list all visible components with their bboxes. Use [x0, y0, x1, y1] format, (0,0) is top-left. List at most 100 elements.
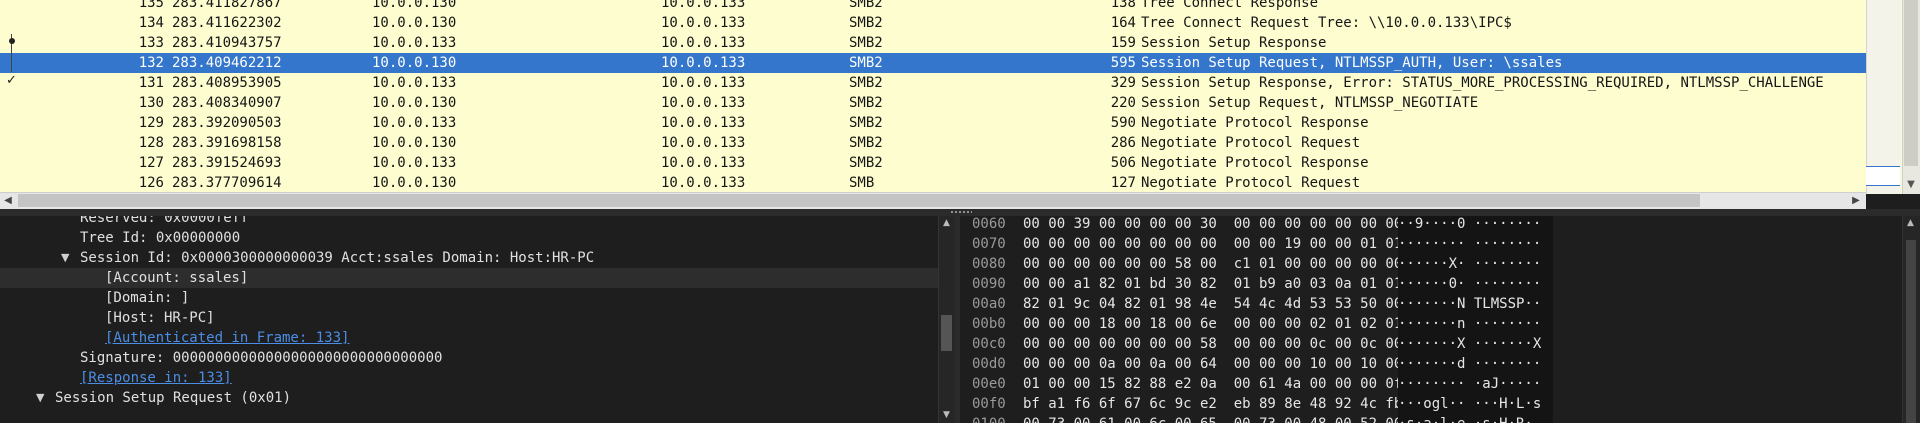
- packet-source: 10.0.0.130: [372, 175, 457, 191]
- ascii-bytes[interactable]: ········ ········: [1398, 234, 1553, 254]
- hex-bytes[interactable]: 00 00 a1 82 01 bd 30 82 01 b9 a0 03 0a 0…: [1023, 274, 1428, 294]
- hex-bytes[interactable]: 00 73 00 61 00 6c 00 65 00 73 00 48 00 5…: [1023, 414, 1428, 423]
- packet-source: 10.0.0.130: [372, 95, 457, 111]
- hex-dump-row[interactable]: 00e0 01 00 00 15 82 88 e2 0a 00 61 4a 00 …: [960, 374, 1902, 394]
- hex-dump-row[interactable]: 0090 00 00 a1 82 01 bd 30 82 01 b9 a0 03 …: [960, 274, 1902, 294]
- packet-list-vertical-scroll-thumb[interactable]: [1904, 0, 1918, 166]
- detail-tree-item[interactable]: Tree Id: 0x00000000: [0, 228, 938, 248]
- hex-offset: 0070: [972, 236, 1006, 252]
- packet-info: Session Setup Request, NTLMSSP_NEGOTIATE: [1141, 95, 1479, 111]
- hex-dump-row[interactable]: 00f0 bf a1 f6 6f 67 6c 9c e2 eb 89 8e 48 …: [960, 394, 1902, 414]
- hex-dump-row[interactable]: 00b0 00 00 00 18 00 18 00 6e 00 00 00 02 …: [960, 314, 1902, 334]
- detail-link[interactable]: [Response in: 133]: [80, 368, 232, 388]
- hex-bytes[interactable]: 00 00 00 00 00 00 58 00 c1 01 00 00 00 0…: [1023, 254, 1428, 274]
- hex-dump-row[interactable]: 0070 00 00 00 00 00 00 00 00 00 00 19 00 …: [960, 234, 1902, 254]
- packet-info: Tree Connect Response: [1141, 0, 1319, 11]
- detail-tree-item[interactable]: [Host: HR-PC]: [0, 308, 938, 328]
- hex-dump-row[interactable]: 00c0 00 00 00 00 00 00 00 58 00 00 00 0c …: [960, 334, 1902, 354]
- packet-destination: 10.0.0.133: [661, 75, 746, 91]
- detail-link[interactable]: [Authenticated in Frame: 133]: [105, 328, 349, 348]
- packet-list-pane[interactable]: 135 283.411827867 10.0.0.130 10.0.0.133 SMB2…: [0, 0, 1920, 194]
- detail-tree-item[interactable]: ▼ Session Setup Request (0x01): [0, 388, 938, 408]
- bytes-scroll-up-arrow-icon[interactable]: ▲: [1902, 216, 1919, 230]
- expand-arrow-icon[interactable]: ▼: [36, 388, 48, 408]
- detail-tree-item[interactable]: [Authenticated in Frame: 133]: [0, 328, 938, 348]
- packet-time: 283.408953905: [172, 75, 282, 91]
- packet-row[interactable]: 128 283.391698158 10.0.0.130 10.0.0.133 SMB2…: [0, 133, 1866, 153]
- packet-length: 329: [1110, 75, 1136, 91]
- packet-row[interactable]: 126 283.377709614 10.0.0.130 10.0.0.133 SMB 1…: [0, 173, 1866, 193]
- scroll-down-arrow-icon[interactable]: ▼: [1902, 178, 1920, 192]
- ascii-bytes[interactable]: ·······N TLMSSP··: [1398, 294, 1553, 314]
- hex-bytes[interactable]: 00 00 00 0a 00 0a 00 64 00 00 00 10 00 1…: [1023, 354, 1428, 374]
- packet-row[interactable]: 130 283.408340907 10.0.0.130 10.0.0.133 SMB2…: [0, 93, 1866, 113]
- packet-time: 283.411622302: [172, 15, 282, 31]
- details-vertical-scroll-thumb[interactable]: [941, 315, 952, 351]
- packet-time: 283.391524693: [172, 155, 282, 171]
- packet-row[interactable]: 127 283.391524693 10.0.0.133 10.0.0.133 SMB2…: [0, 153, 1866, 173]
- detail-tree-item[interactable]: [Account: ssales]: [0, 268, 938, 288]
- hex-dump-row[interactable]: 0060 00 00 39 00 00 00 00 30 00 00 00 00 …: [960, 216, 1902, 234]
- packet-time: 283.408340907: [172, 95, 282, 111]
- packet-number: 128: [138, 135, 164, 151]
- hex-bytes[interactable]: 00 00 00 18 00 18 00 6e 00 00 00 02 01 0…: [1023, 314, 1428, 334]
- packet-protocol: SMB2: [849, 115, 883, 131]
- hex-bytes[interactable]: 00 00 39 00 00 00 00 30 00 00 00 00 00 0…: [1023, 216, 1428, 234]
- ascii-bytes[interactable]: ······0· ········: [1398, 274, 1553, 294]
- hex-offset: 0100: [972, 414, 1006, 423]
- packet-number: 129: [138, 115, 164, 131]
- hex-dump-row[interactable]: 0100 00 73 00 61 00 6c 00 65 00 73 00 48 …: [960, 414, 1902, 423]
- packet-info: Session Setup Response: [1141, 35, 1327, 51]
- hex-dump-row[interactable]: 00d0 00 00 00 0a 00 0a 00 64 00 00 00 10 …: [960, 354, 1902, 374]
- packet-row[interactable]: 129 283.392090503 10.0.0.133 10.0.0.133 SMB2…: [0, 113, 1866, 133]
- scroll-left-arrow-icon[interactable]: ◀: [0, 192, 16, 209]
- hex-dump-row[interactable]: 00a0 82 01 9c 04 82 01 98 4e 54 4c 4d 53 …: [960, 294, 1902, 314]
- hex-bytes[interactable]: 00 00 00 00 00 00 00 00 00 00 19 00 00 0…: [1023, 234, 1428, 254]
- hex-bytes[interactable]: 00 00 00 00 00 00 00 58 00 00 00 0c 00 0…: [1023, 334, 1428, 354]
- packet-row[interactable]: 131 283.408953905 10.0.0.133 10.0.0.133 SMB2…: [0, 73, 1866, 93]
- packet-bytes-pane[interactable]: 0060 00 00 39 00 00 00 00 30 00 00 00 00 …: [960, 216, 1902, 423]
- packet-destination: 10.0.0.133: [661, 175, 746, 191]
- packet-list-minimap[interactable]: [1866, 0, 1901, 194]
- packet-length: 595: [1110, 55, 1136, 71]
- packet-info: Negotiate Protocol Response: [1141, 115, 1369, 131]
- bytes-vertical-scroll-thumb[interactable]: [1906, 240, 1916, 423]
- splitter-grip-handle[interactable]: [950, 210, 972, 214]
- details-scroll-down-arrow-icon[interactable]: ▼: [938, 408, 955, 422]
- packet-row[interactable]: 132 283.409462212 10.0.0.130 10.0.0.133 SMB2…: [0, 53, 1866, 73]
- packet-number: 132: [138, 55, 164, 71]
- detail-text: [Host: HR-PC]: [105, 310, 215, 326]
- ascii-bytes[interactable]: ···ogl·· ···H·L·s: [1398, 394, 1553, 414]
- detail-tree-item[interactable]: [Domain: ]: [0, 288, 938, 308]
- packet-details-pane[interactable]: Reserved: 0x0000feff Tree Id: 0x00000000 ▼…: [0, 216, 938, 423]
- packet-row[interactable]: 133 283.410943757 10.0.0.133 10.0.0.133 SMB2…: [0, 33, 1866, 53]
- ascii-bytes[interactable]: ·······X ·······X: [1398, 334, 1553, 354]
- ascii-bytes[interactable]: ········ ·aJ·····: [1398, 374, 1553, 394]
- ascii-bytes[interactable]: ·s·a·l·e ·s·H·R·-: [1398, 414, 1553, 423]
- packet-row[interactable]: 134 283.411622302 10.0.0.130 10.0.0.133 SMB2…: [0, 13, 1866, 33]
- hex-bytes[interactable]: 82 01 9c 04 82 01 98 4e 54 4c 4d 53 53 5…: [1023, 294, 1428, 314]
- hex-dump-row[interactable]: 0080 00 00 00 00 00 00 58 00 c1 01 00 00 …: [960, 254, 1902, 274]
- detail-tree-item[interactable]: [Response in: 133]: [0, 368, 938, 388]
- packet-time: 283.391698158: [172, 135, 282, 151]
- hex-bytes[interactable]: 01 00 00 15 82 88 e2 0a 00 61 4a 00 00 0…: [1023, 374, 1428, 394]
- packet-time: 283.410943757: [172, 35, 282, 51]
- scroll-right-arrow-icon[interactable]: ▶: [1848, 192, 1864, 209]
- packet-list-horizontal-scroll-thumb[interactable]: [18, 194, 1700, 207]
- ascii-bytes[interactable]: ·······n ········: [1398, 314, 1553, 334]
- detail-tree-item[interactable]: ▼ Session Id: 0x0000300000000039 Acct:ssa…: [0, 248, 938, 268]
- expand-arrow-icon[interactable]: ▼: [61, 248, 73, 268]
- details-scroll-up-arrow-icon[interactable]: ▲: [938, 216, 955, 230]
- hex-offset: 00d0: [972, 356, 1006, 372]
- detail-tree-item[interactable]: Reserved: 0x0000feff: [0, 216, 938, 228]
- detail-text: Signature: 00000000000000000000000000000…: [80, 350, 443, 366]
- ascii-bytes[interactable]: ·······d ········: [1398, 354, 1553, 374]
- packet-info: Negotiate Protocol Request: [1141, 175, 1361, 191]
- hex-bytes[interactable]: bf a1 f6 6f 67 6c 9c e2 eb 89 8e 48 92 4…: [1023, 394, 1428, 414]
- packet-length: 220: [1110, 95, 1136, 111]
- packet-row[interactable]: 135 283.411827867 10.0.0.130 10.0.0.133 SMB2…: [0, 0, 1866, 13]
- ascii-bytes[interactable]: ······X· ········: [1398, 254, 1553, 274]
- detail-tree-item[interactable]: Signature: 00000000000000000000000000000…: [0, 348, 938, 368]
- packet-length: 164: [1110, 15, 1136, 31]
- ascii-bytes[interactable]: ··9····0 ········: [1398, 216, 1553, 234]
